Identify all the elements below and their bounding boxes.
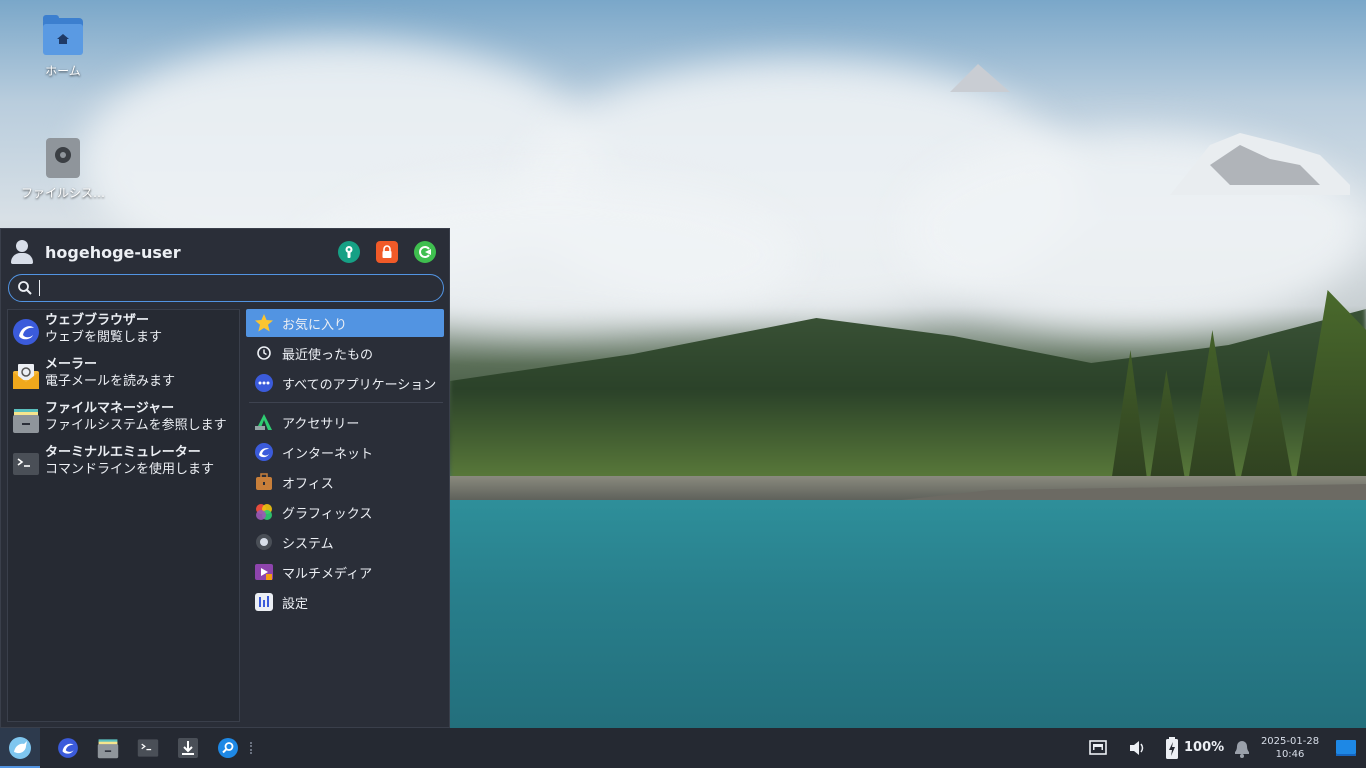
clock-icon	[254, 343, 274, 363]
all-apps-icon	[254, 373, 274, 393]
favorites-list: ウェブブラウザー ウェブを閲覧します メーラー 電子メールを読みます ファイルマ…	[7, 309, 240, 722]
user-name: hogehoge-user	[45, 242, 181, 262]
lake	[450, 500, 1366, 728]
bell-icon	[1235, 741, 1249, 758]
system-icon	[254, 532, 274, 552]
show-desktop-icon	[1336, 740, 1356, 756]
favorite-subtitle: ウェブを閲覧します	[45, 330, 163, 345]
mountain-peak	[1170, 133, 1350, 195]
category-office[interactable]: オフィス	[246, 468, 444, 496]
desktop-icon-label: ファイルシス…	[20, 186, 105, 200]
category-recent[interactable]: 最近使ったもの	[246, 339, 444, 367]
lock-icon	[382, 245, 392, 258]
internet-icon	[254, 442, 274, 462]
favorite-title: メーラー	[45, 357, 98, 372]
favorite-title: ファイルマネージャー	[45, 401, 175, 416]
battery-indicator[interactable]	[1160, 736, 1184, 760]
settings-manager-button[interactable]	[338, 241, 360, 263]
file-manager-icon	[97, 739, 119, 759]
favorite-title: ターミナルエミュレーター	[45, 445, 201, 460]
network-wired-icon	[1089, 740, 1107, 755]
web-browser-icon	[12, 318, 40, 346]
filesystem-drive-icon	[46, 138, 80, 178]
favorite-subtitle: 電子メールを読みます	[45, 374, 176, 389]
launcher-app-finder[interactable]	[216, 736, 240, 760]
launcher-terminal[interactable]	[136, 736, 160, 760]
whisker-menu-button[interactable]	[0, 728, 40, 768]
user-icon	[9, 239, 35, 265]
whisker-menu-icon	[9, 737, 31, 759]
terminal-icon	[12, 450, 40, 478]
favorite-file-manager[interactable]: ファイルマネージャー ファイルシステムを参照します	[12, 400, 238, 440]
desktop-icon-home[interactable]: ホーム	[13, 15, 113, 79]
favorite-title: ウェブブラウザー	[45, 313, 150, 328]
accessories-icon	[254, 412, 274, 432]
category-system[interactable]: システム	[246, 528, 444, 556]
category-label: 設定	[282, 596, 309, 612]
category-label: オフィス	[282, 476, 334, 492]
category-list: お気に入り 最近使ったもの すべてのアプリケーション アクセサリー インターネッ…	[245, 309, 445, 722]
category-internet[interactable]: インターネット	[246, 438, 444, 466]
category-accessories[interactable]: アクセサリー	[246, 408, 444, 436]
category-separator	[249, 402, 443, 403]
category-graphics[interactable]: グラフィックス	[246, 498, 444, 526]
logout-icon	[419, 246, 431, 258]
volume-indicator[interactable]	[1126, 736, 1150, 760]
download-icon	[178, 738, 198, 758]
mail-icon	[12, 362, 40, 390]
category-favorites[interactable]: お気に入り	[246, 309, 444, 337]
search-input[interactable]	[39, 280, 429, 296]
category-label: アクセサリー	[282, 416, 360, 432]
lock-screen-button[interactable]	[376, 241, 398, 263]
notifications-button[interactable]	[1230, 736, 1254, 760]
favorite-mail[interactable]: メーラー 電子メールを読みます	[12, 356, 238, 396]
multimedia-icon	[254, 562, 274, 582]
launcher-downloads[interactable]	[176, 736, 200, 760]
search-icon	[18, 281, 32, 295]
star-icon	[254, 313, 274, 333]
battery-percentage: 100%	[1184, 740, 1225, 755]
office-icon	[254, 472, 274, 492]
clock-date: 2025-01-28	[1260, 736, 1320, 747]
launcher-web-browser[interactable]	[56, 736, 80, 760]
category-label: インターネット	[282, 446, 374, 462]
terminal-icon	[137, 739, 159, 757]
graphics-icon	[254, 502, 274, 522]
mountain-peak-distant	[950, 64, 1010, 92]
show-desktop-button[interactable]	[1334, 736, 1358, 760]
category-label: グラフィックス	[282, 506, 373, 522]
category-label: マルチメディア	[282, 566, 373, 582]
application-menu: hogehoge-user ウェブブラウザー ウェブを閲覧します メーラー 電子…	[0, 228, 450, 728]
favorite-subtitle: ファイルシステムを参照します	[45, 418, 227, 433]
desktop-icon-label: ホーム	[45, 64, 81, 78]
volume-icon	[1130, 741, 1144, 755]
category-label: システム	[282, 536, 334, 552]
category-label: お気に入り	[282, 317, 348, 333]
category-all-applications[interactable]: すべてのアプリケーション	[246, 369, 444, 397]
home-folder-icon	[43, 15, 83, 56]
desktop-icon-filesystem[interactable]: ファイルシス…	[13, 138, 113, 201]
panel-handle[interactable]	[250, 742, 252, 754]
search-field[interactable]	[8, 274, 444, 302]
taskbar: 100% 2025-01-28 10:46	[0, 728, 1366, 768]
favorite-subtitle: コマンドラインを使用します	[45, 462, 215, 477]
menu-header: hogehoge-user	[9, 237, 443, 267]
category-settings[interactable]: 設定	[246, 588, 444, 616]
network-indicator[interactable]	[1086, 736, 1110, 760]
app-finder-icon	[218, 738, 238, 758]
category-multimedia[interactable]: マルチメディア	[246, 558, 444, 586]
category-label: すべてのアプリケーション	[282, 377, 437, 393]
favorite-web-browser[interactable]: ウェブブラウザー ウェブを閲覧します	[12, 312, 238, 352]
logout-button[interactable]	[414, 241, 436, 263]
clock-time: 10:46	[1275, 749, 1305, 760]
launcher-file-manager[interactable]	[96, 736, 120, 760]
settings-icon	[254, 592, 274, 612]
file-manager-icon	[12, 406, 40, 434]
clock[interactable]: 2025-01-28 10:46	[1258, 735, 1322, 761]
web-browser-icon	[58, 738, 78, 758]
favorite-terminal[interactable]: ターミナルエミュレーター コマンドラインを使用します	[12, 444, 238, 484]
category-label: 最近使ったもの	[282, 347, 374, 363]
settings-manager-icon	[345, 246, 353, 258]
battery-charging-icon	[1166, 737, 1178, 759]
